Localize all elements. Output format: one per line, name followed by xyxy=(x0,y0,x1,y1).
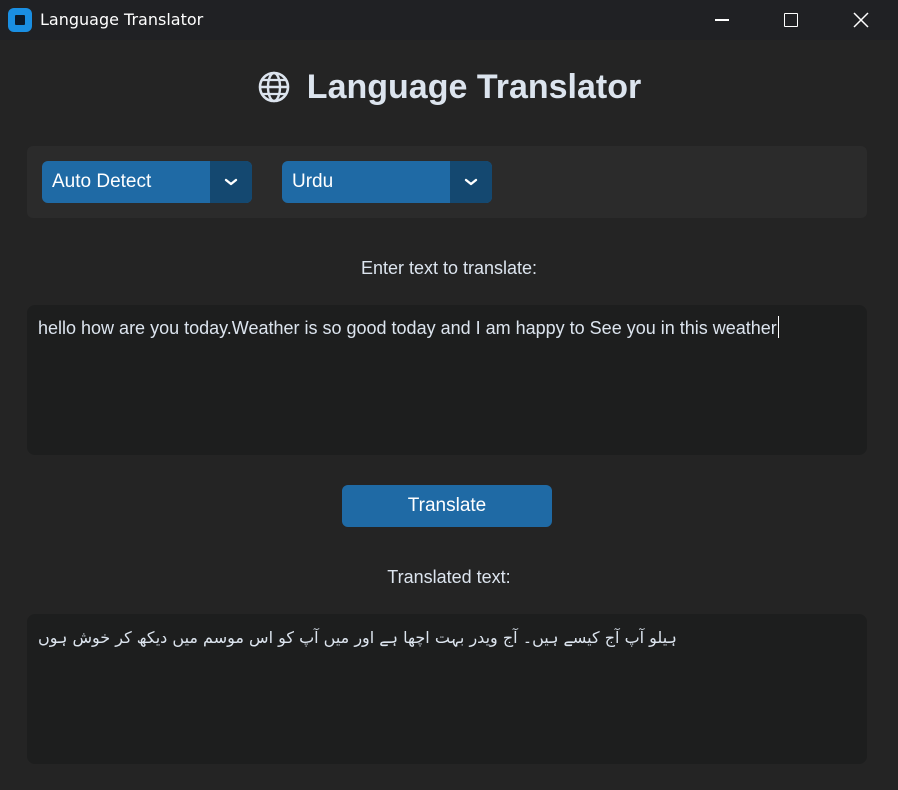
minimize-icon xyxy=(715,19,729,21)
target-language-value: Urdu xyxy=(292,171,334,192)
close-button[interactable] xyxy=(838,0,884,40)
minimize-button[interactable] xyxy=(699,0,745,40)
source-dropdown-button[interactable] xyxy=(210,161,252,203)
translate-button[interactable]: Translate xyxy=(342,485,552,527)
maximize-button[interactable] xyxy=(768,0,814,40)
target-dropdown-button[interactable] xyxy=(450,161,492,203)
globe-icon xyxy=(258,71,290,103)
text-caret xyxy=(777,316,780,338)
page-header: Language Translator xyxy=(0,62,898,112)
window-title: Language Translator xyxy=(40,10,204,29)
page-title: Language Translator xyxy=(306,67,642,106)
chevron-down-icon xyxy=(464,178,478,186)
app-icon xyxy=(8,8,32,32)
output-text: ہیلو آپ آج کیسے ہیں۔ آج ویدر بہت اچھا ہے… xyxy=(38,628,677,647)
language-selector-panel: Auto Detect Urdu xyxy=(27,146,867,218)
chevron-down-icon xyxy=(224,178,238,186)
input-label: Enter text to translate: xyxy=(360,258,538,278)
source-language-value: Auto Detect xyxy=(52,171,152,192)
target-language-dropdown[interactable]: Urdu xyxy=(282,161,492,203)
input-textbox[interactable]: hello how are you today.Weather is so go… xyxy=(27,305,867,455)
output-label: Translated text: xyxy=(387,567,511,587)
maximize-icon xyxy=(784,13,798,27)
close-icon xyxy=(853,12,869,28)
title-bar: Language Translator xyxy=(0,0,898,40)
source-language-dropdown[interactable]: Auto Detect xyxy=(42,161,252,203)
output-textbox[interactable]: ہیلو آپ آج کیسے ہیں۔ آج ویدر بہت اچھا ہے… xyxy=(27,614,867,764)
app-window: Language Translator Language Translator … xyxy=(0,0,898,790)
input-text: hello how are you today.Weather is so go… xyxy=(38,318,777,338)
